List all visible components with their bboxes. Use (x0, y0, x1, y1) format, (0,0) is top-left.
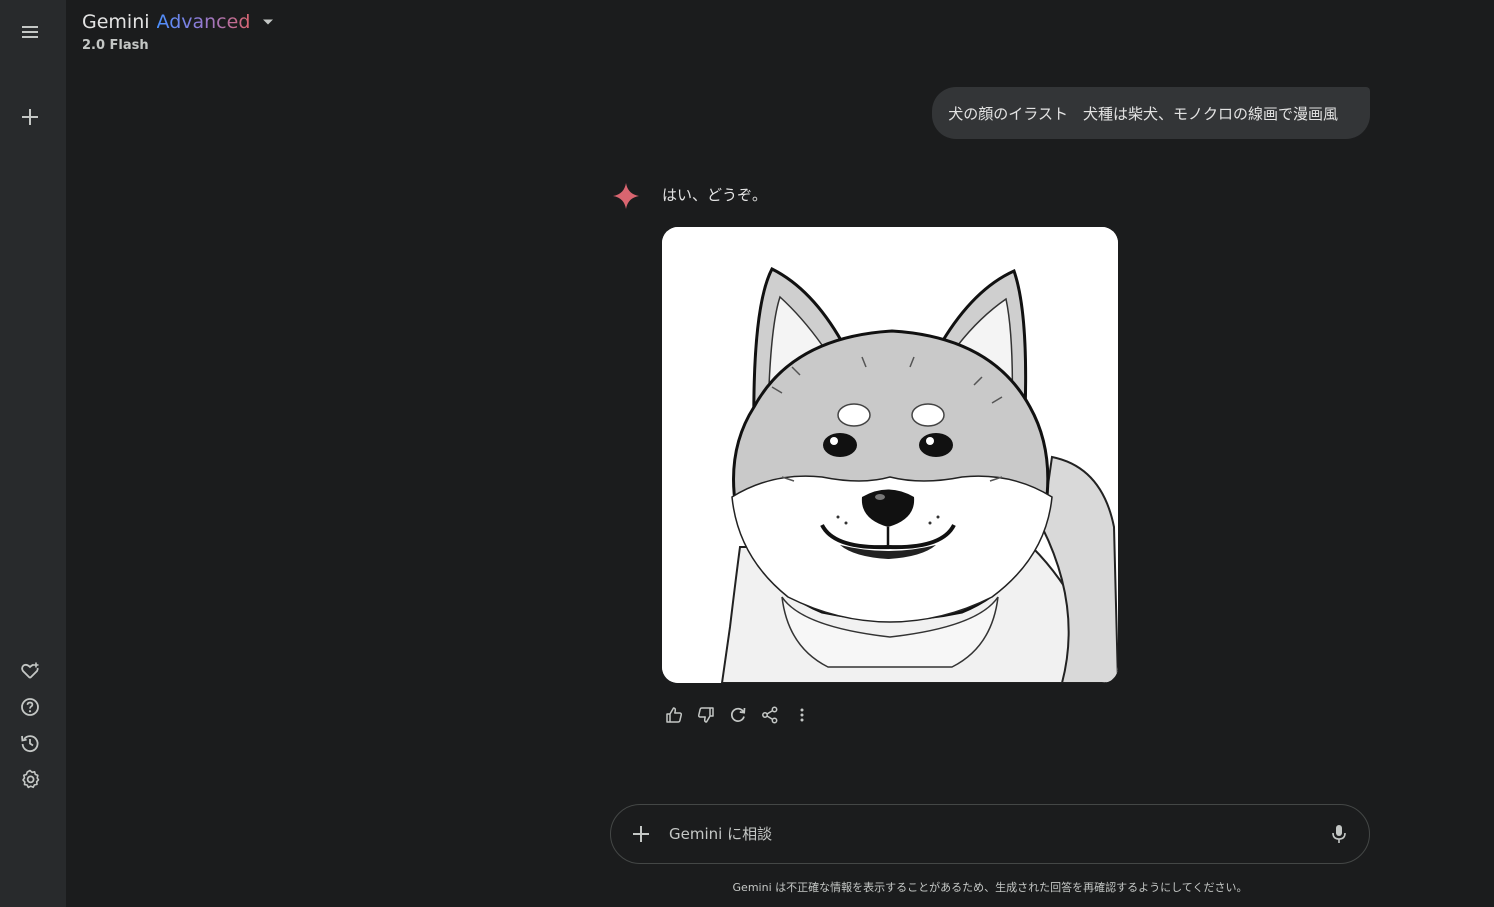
generated-image[interactable] (662, 227, 1118, 683)
settings-icon (22, 769, 40, 789)
more-options-icon (800, 708, 804, 722)
user-message-text: 犬の顔のイラスト 犬種は柴犬、モノクロの線画で漫画風 (948, 104, 1338, 123)
thumbs-up-icon (666, 707, 683, 723)
menu-button[interactable] (10, 12, 50, 52)
gemini-sparkle-icon (610, 180, 642, 212)
plus-icon (633, 826, 649, 842)
prompt-input[interactable] (669, 814, 1324, 854)
plan-label: Advanced (156, 11, 251, 33)
gem-icon (21, 662, 39, 679)
user-message: 犬の顔のイラスト 犬種は柴犬、モノクロの線画で漫画風 (932, 87, 1370, 139)
help-button[interactable] (10, 687, 50, 727)
activity-button[interactable] (10, 723, 50, 763)
history-icon (21, 735, 39, 753)
thumbs-down-icon (697, 707, 714, 723)
regenerate-button[interactable] (722, 702, 754, 728)
menu-icon (22, 26, 38, 38)
sidebar (0, 0, 66, 907)
share-icon (762, 706, 778, 724)
prompt-composer (610, 804, 1370, 864)
model-selector[interactable]: Gemini Advanced (82, 10, 274, 34)
upload-button[interactable] (626, 819, 656, 849)
microphone-icon (1332, 825, 1346, 843)
caret-down-icon[interactable] (262, 18, 274, 26)
disclaimer: Gemini は不正確な情報を表示することがあるため、生成された回答を再確認する… (732, 881, 1248, 894)
settings-button[interactable] (10, 759, 50, 799)
thumbs-down-button[interactable] (690, 702, 722, 728)
help-icon (21, 698, 39, 716)
gem-manager-button[interactable] (10, 651, 50, 691)
thumbs-up-button[interactable] (658, 702, 690, 728)
regenerate-icon (730, 707, 746, 722)
share-button[interactable] (754, 702, 786, 728)
response-actions (658, 702, 818, 728)
app-title: Gemini (82, 11, 150, 33)
model-name: 2.0 Flash (82, 38, 149, 53)
model-reply-text: はい、どうぞ。 (662, 186, 768, 204)
new-chat-button[interactable] (10, 97, 50, 137)
microphone-button[interactable] (1324, 819, 1354, 849)
header: Gemini Advanced 2.0 Flash (82, 10, 274, 53)
new-chat-icon (22, 109, 38, 125)
shiba-inu-illustration (662, 227, 1118, 683)
more-options-button[interactable] (786, 702, 818, 728)
